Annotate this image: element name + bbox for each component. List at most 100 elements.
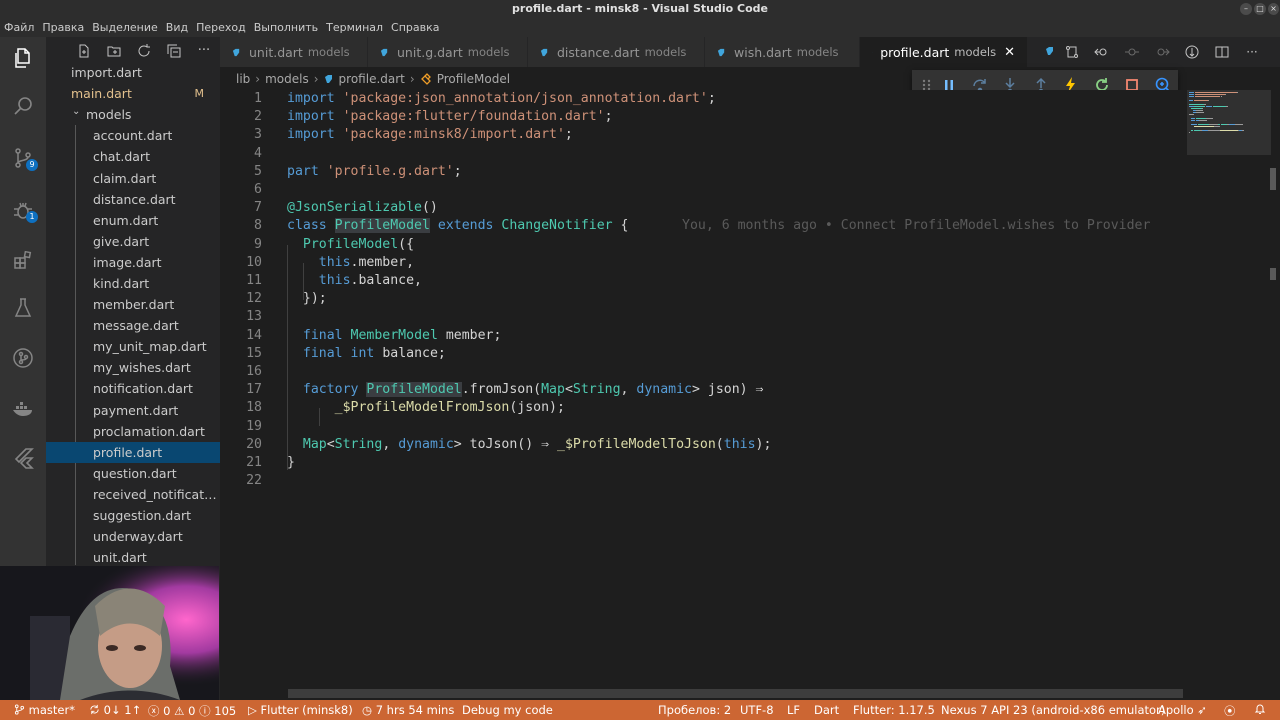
launch-config-status[interactable]: ▷ Flutter (minsk8) <box>248 703 353 717</box>
close-window-icon[interactable]: × <box>1268 3 1279 15</box>
file-item[interactable]: suggestion.dart <box>46 505 220 526</box>
breadcrumb-lib[interactable]: lib <box>236 72 250 86</box>
minimap[interactable] <box>1185 90 1280 688</box>
file-item[interactable]: payment.dart <box>46 400 220 421</box>
split-editor-icon[interactable] <box>1214 44 1230 60</box>
code-line[interactable]: 7 @JsonSerializable() <box>220 199 1185 217</box>
file-item[interactable]: distance.dart <box>46 189 220 210</box>
code-line[interactable]: 17 factory ProfileModel.fromJson(Map<Str… <box>220 381 1185 399</box>
menu-selection[interactable]: Выделение <box>92 21 158 34</box>
files-icon[interactable] <box>8 43 38 73</box>
source-control-icon[interactable]: 9 <box>8 143 38 173</box>
code-line[interactable]: 6 <box>220 181 1185 199</box>
file-item[interactable]: notification.dart <box>46 378 220 399</box>
debug-mode-status[interactable]: Debug my code <box>462 703 553 717</box>
indentation-status[interactable]: Пробелов: 2 <box>658 703 731 717</box>
go-forward-icon[interactable] <box>1154 44 1170 60</box>
file-item[interactable]: import.dart <box>46 62 220 83</box>
file-item[interactable]: profile.dart <box>46 441 220 463</box>
new-file-icon[interactable] <box>76 43 92 59</box>
git-graph-icon[interactable] <box>8 343 38 373</box>
close-tab-icon[interactable]: ✕ <box>1004 45 1015 60</box>
tab-unit-g-dart[interactable]: unit.g.dart models <box>368 37 528 67</box>
file-item[interactable]: kind.dart <box>46 273 220 294</box>
apollo-status[interactable]: Apollo ➶ <box>1158 703 1207 717</box>
code-line[interactable]: 13 <box>220 308 1185 326</box>
menu-run[interactable]: Выполнить <box>254 21 318 34</box>
refresh-icon[interactable] <box>136 43 152 59</box>
code-line[interactable]: 10 this.member, <box>220 254 1185 272</box>
code-line[interactable]: 14 final MemberModel member; <box>220 327 1185 345</box>
more-actions-icon[interactable]: ··· <box>196 43 212 59</box>
extensions-icon[interactable] <box>8 245 38 275</box>
file-item[interactable]: message.dart <box>46 315 220 336</box>
search-icon[interactable] <box>8 91 38 121</box>
more-actions-icon[interactable]: ··· <box>1244 44 1260 60</box>
code-line[interactable]: 19 <box>220 418 1185 436</box>
docker-icon[interactable] <box>8 393 38 423</box>
menu-go[interactable]: Переход <box>196 21 246 34</box>
code-line[interactable]: 4 <box>220 145 1185 163</box>
code-line[interactable]: 12 }); <box>220 290 1185 308</box>
language-status[interactable]: Dart <box>814 703 839 717</box>
tab-distance-dart[interactable]: distance.dart models <box>528 37 705 67</box>
problems-status[interactable]: ⓧ 0 ⚠ 0 ⓘ 105 <box>148 703 236 719</box>
timeline-icon[interactable] <box>1124 44 1140 60</box>
code-line[interactable]: 2 import 'package:flutter/foundation.dart… <box>220 108 1185 126</box>
breadcrumb-file[interactable]: profile.dart <box>339 72 405 86</box>
sync-status[interactable]: 0↓ 1↑ <box>89 703 141 717</box>
file-item[interactable]: proclamation.dart <box>46 421 220 442</box>
go-back-icon[interactable] <box>1094 44 1110 60</box>
code-editor[interactable]: 1 import 'package:json_annotation/json_an… <box>220 90 1185 688</box>
menu-view[interactable]: Вид <box>166 21 188 34</box>
maximize-icon[interactable]: □ <box>1254 3 1266 15</box>
code-line[interactable]: 18 _$ProfileModelFromJson(json); <box>220 399 1185 417</box>
code-line[interactable]: 8 class ProfileModel extends ChangeNotifi… <box>220 217 1185 235</box>
file-item[interactable]: member.dart <box>46 294 220 315</box>
breadcrumb-symbol[interactable]: ProfileModel <box>437 72 510 86</box>
minimize-icon[interactable]: – <box>1240 3 1252 15</box>
file-item[interactable]: my_wishes.dart <box>46 357 220 378</box>
file-item[interactable]: give.dart <box>46 231 220 252</box>
code-line[interactable]: 21} <box>220 454 1185 472</box>
file-item[interactable]: chat.dart <box>46 146 220 167</box>
file-item[interactable]: enum.dart <box>46 210 220 231</box>
breadcrumb-models[interactable]: models <box>265 72 309 86</box>
menu-terminal[interactable]: Терминал <box>326 21 383 34</box>
open-changes-icon[interactable] <box>1184 44 1200 60</box>
notifications-icon[interactable] <box>1254 703 1266 718</box>
flutter-version-status[interactable]: Flutter: 1.17.5 <box>853 703 935 717</box>
menu-file[interactable]: Файл <box>4 21 34 34</box>
file-item[interactable]: account.dart <box>46 125 220 146</box>
file-item[interactable]: my_unit_map.dart <box>46 336 220 357</box>
device-status[interactable]: Nexus 7 API 23 (android-x86 emulator) <box>941 703 1165 717</box>
menu-help[interactable]: Справка <box>391 21 439 34</box>
tab-profile-dart[interactable]: profile.dart models ✕ <box>860 37 1028 67</box>
new-folder-icon[interactable] <box>106 43 122 59</box>
file-item[interactable]: question.dart <box>46 463 220 484</box>
code-line[interactable]: 9 ProfileModel({ <box>220 236 1185 254</box>
encoding-status[interactable]: UTF-8 <box>740 703 774 717</box>
flutter-icon[interactable] <box>8 443 38 473</box>
file-item[interactable]: received_notificatio... <box>46 484 220 505</box>
horizontal-scrollbar[interactable] <box>288 689 1183 698</box>
file-item[interactable]: claim.dart <box>46 167 220 188</box>
code-line[interactable]: 16 <box>220 363 1185 381</box>
time-tracker-status[interactable]: ◷ 7 hrs 54 mins <box>362 703 454 717</box>
file-item[interactable]: image.dart <box>46 252 220 273</box>
code-line[interactable]: 11 this.balance, <box>220 272 1185 290</box>
debug-icon[interactable]: 1 <box>8 195 38 225</box>
tab-wish-dart[interactable]: wish.dart models <box>705 37 860 67</box>
branch-status[interactable]: master* <box>14 703 75 717</box>
code-line[interactable]: 15 final int balance; <box>220 345 1185 363</box>
code-line[interactable]: 5 part 'profile.g.dart'; <box>220 163 1185 181</box>
tab-unit-dart[interactable]: unit.dart models <box>220 37 368 67</box>
vertical-scrollbar-thumb[interactable] <box>1270 168 1276 190</box>
live-share-icon[interactable]: ⦿ <box>1224 703 1236 719</box>
code-line[interactable]: 20 Map<String, dynamic> toJson() ⇒ _$Pro… <box>220 436 1185 454</box>
code-line[interactable]: 3 import 'package:minsk8/import.dart'; <box>220 126 1185 144</box>
dart-file-icon[interactable] <box>1042 44 1058 60</box>
folder-item[interactable]: ⌄ models <box>46 104 220 125</box>
eol-status[interactable]: LF <box>787 703 800 717</box>
testing-icon[interactable] <box>8 293 38 323</box>
